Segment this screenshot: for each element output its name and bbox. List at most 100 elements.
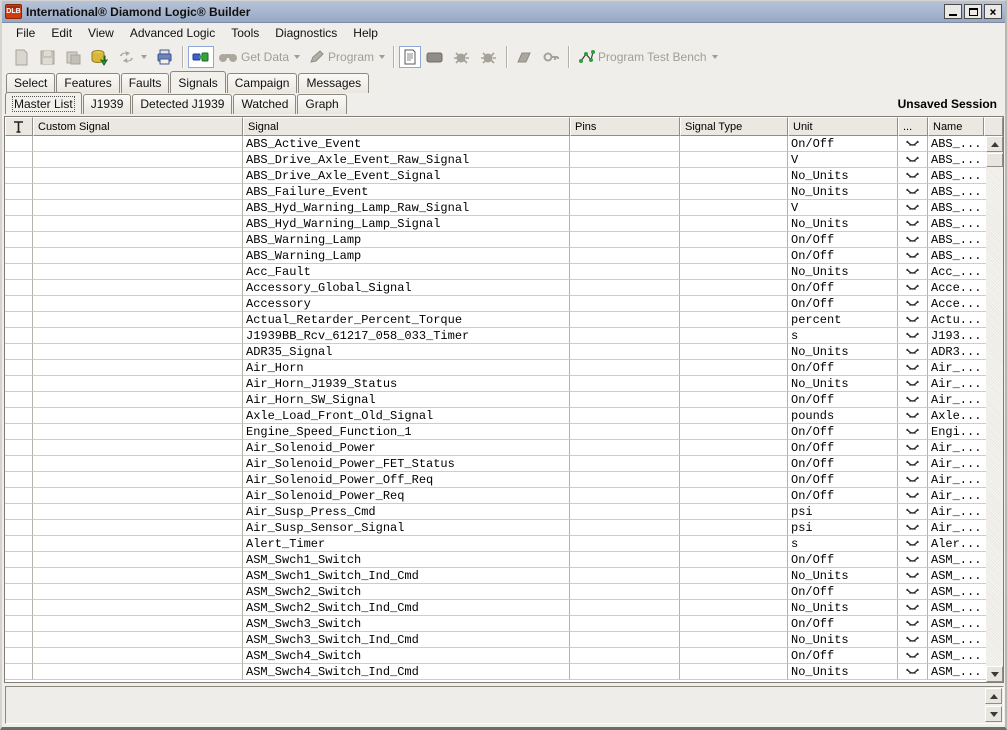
cell-pins[interactable] — [570, 664, 680, 680]
menu-view[interactable]: View — [80, 24, 122, 43]
table-row[interactable]: ADR35_Signal No_Units ADR3... — [5, 344, 986, 360]
cell-signal[interactable]: Alert_Timer — [243, 536, 570, 552]
cell-unit[interactable]: On/Off — [788, 424, 898, 440]
table-row[interactable]: ABS_Drive_Axle_Event_Raw_Signal V ABS_..… — [5, 152, 986, 168]
cell-unit[interactable]: No_Units — [788, 632, 898, 648]
cell-unit[interactable]: No_Units — [788, 376, 898, 392]
cell-unit[interactable]: percent — [788, 312, 898, 328]
get-data-button[interactable]: Get Data — [214, 47, 304, 67]
cell-pins[interactable] — [570, 424, 680, 440]
test-bench-dropdown-caret[interactable] — [712, 55, 718, 59]
cell-filter[interactable] — [5, 264, 33, 280]
table-row[interactable]: ABS_Failure_Event No_Units ABS_... — [5, 184, 986, 200]
cell-custom-signal[interactable] — [33, 360, 243, 376]
cell-unit[interactable]: On/Off — [788, 488, 898, 504]
cell-filter[interactable] — [5, 136, 33, 152]
column-header-signal-type[interactable]: Signal Type — [680, 117, 788, 136]
tab-detected-j1939[interactable]: Detected J1939 — [132, 94, 232, 114]
sync-dropdown-caret[interactable] — [141, 55, 147, 59]
cell-signal[interactable]: ABS_Drive_Axle_Event_Signal — [243, 168, 570, 184]
table-row[interactable]: ABS_Hyd_Warning_Lamp_Signal No_Units ABS… — [5, 216, 986, 232]
tab-signals[interactable]: Signals — [170, 71, 225, 93]
cell-pins[interactable] — [570, 520, 680, 536]
menu-advanced-logic[interactable]: Advanced Logic — [122, 24, 223, 43]
cell-dropdown[interactable] — [898, 456, 928, 472]
cell-dropdown[interactable] — [898, 616, 928, 632]
cell-signal[interactable]: Accessory_Global_Signal — [243, 280, 570, 296]
table-row[interactable]: ABS_Warning_Lamp On/Off ABS_... — [5, 232, 986, 248]
cell-custom-signal[interactable] — [33, 408, 243, 424]
cell-pins[interactable] — [570, 216, 680, 232]
cell-signal-type[interactable] — [680, 584, 788, 600]
cell-unit[interactable]: psi — [788, 504, 898, 520]
cell-pins[interactable] — [570, 152, 680, 168]
document-view-button[interactable] — [399, 46, 421, 68]
minimize-button[interactable] — [944, 4, 962, 19]
cell-dropdown[interactable] — [898, 472, 928, 488]
cell-pins[interactable] — [570, 584, 680, 600]
cell-dropdown[interactable] — [898, 216, 928, 232]
cell-signal-type[interactable] — [680, 232, 788, 248]
cell-pins[interactable] — [570, 280, 680, 296]
cell-name[interactable]: Engi... — [928, 424, 986, 440]
cell-dropdown[interactable] — [898, 184, 928, 200]
menu-help[interactable]: Help — [345, 24, 386, 43]
cell-signal[interactable]: Air_Horn_J1939_Status — [243, 376, 570, 392]
cell-unit[interactable]: On/Off — [788, 616, 898, 632]
cell-name[interactable]: Actu... — [928, 312, 986, 328]
cell-custom-signal[interactable] — [33, 552, 243, 568]
cell-signal[interactable]: ADR35_Signal — [243, 344, 570, 360]
cell-unit[interactable]: On/Off — [788, 360, 898, 376]
cell-filter[interactable] — [5, 504, 33, 520]
cell-signal-type[interactable] — [680, 408, 788, 424]
cell-unit[interactable]: On/Off — [788, 392, 898, 408]
cell-custom-signal[interactable] — [33, 504, 243, 520]
table-row[interactable]: Air_Solenoid_Power_FET_Status On/Off Air… — [5, 456, 986, 472]
cell-signal-type[interactable] — [680, 152, 788, 168]
table-vertical-scrollbar[interactable] — [986, 136, 1003, 682]
tab-graph[interactable]: Graph — [297, 94, 346, 114]
cell-signal-type[interactable] — [680, 536, 788, 552]
cell-signal-type[interactable] — [680, 472, 788, 488]
cell-name[interactable]: Air_... — [928, 472, 986, 488]
cell-dropdown[interactable] — [898, 152, 928, 168]
cell-custom-signal[interactable] — [33, 216, 243, 232]
column-header-signal[interactable]: Signal — [243, 117, 570, 136]
cell-signal[interactable]: J1939BB_Rcv_61217_058_033_Timer — [243, 328, 570, 344]
cell-filter[interactable] — [5, 184, 33, 200]
table-row[interactable]: ABS_Drive_Axle_Event_Signal No_Units ABS… — [5, 168, 986, 184]
cell-pins[interactable] — [570, 264, 680, 280]
cell-signal[interactable]: ASM_Swch2_Switch_Ind_Cmd — [243, 600, 570, 616]
cell-filter[interactable] — [5, 584, 33, 600]
column-header-dots[interactable]: ... — [898, 117, 928, 136]
save-button[interactable] — [34, 45, 60, 69]
cell-signal-type[interactable] — [680, 392, 788, 408]
cell-pins[interactable] — [570, 568, 680, 584]
cell-unit[interactable]: psi — [788, 520, 898, 536]
cell-filter[interactable] — [5, 216, 33, 232]
cell-filter[interactable] — [5, 440, 33, 456]
cell-dropdown[interactable] — [898, 296, 928, 312]
cell-pins[interactable] — [570, 296, 680, 312]
cell-pins[interactable] — [570, 600, 680, 616]
tab-watched[interactable]: Watched — [233, 94, 296, 114]
table-row[interactable]: Air_Horn_J1939_Status No_Units Air_... — [5, 376, 986, 392]
table-row[interactable]: Axle_Load_Front_Old_Signal pounds Axle..… — [5, 408, 986, 424]
cell-pins[interactable] — [570, 536, 680, 552]
cell-unit[interactable]: No_Units — [788, 216, 898, 232]
cell-custom-signal[interactable] — [33, 488, 243, 504]
cell-custom-signal[interactable] — [33, 328, 243, 344]
close-button[interactable]: × — [984, 4, 1002, 19]
import-data-button[interactable] — [86, 45, 113, 69]
connect-button[interactable] — [188, 46, 214, 68]
cell-unit[interactable]: s — [788, 328, 898, 344]
cell-custom-signal[interactable] — [33, 200, 243, 216]
cell-custom-signal[interactable] — [33, 264, 243, 280]
cell-signal-type[interactable] — [680, 568, 788, 584]
table-row[interactable]: Air_Horn On/Off Air_... — [5, 360, 986, 376]
cell-name[interactable]: ABS_... — [928, 136, 986, 152]
table-row[interactable]: Accessory On/Off Acce... — [5, 296, 986, 312]
cell-signal-type[interactable] — [680, 248, 788, 264]
column-header-custom-signal[interactable]: Custom Signal — [33, 117, 243, 136]
cell-custom-signal[interactable] — [33, 568, 243, 584]
